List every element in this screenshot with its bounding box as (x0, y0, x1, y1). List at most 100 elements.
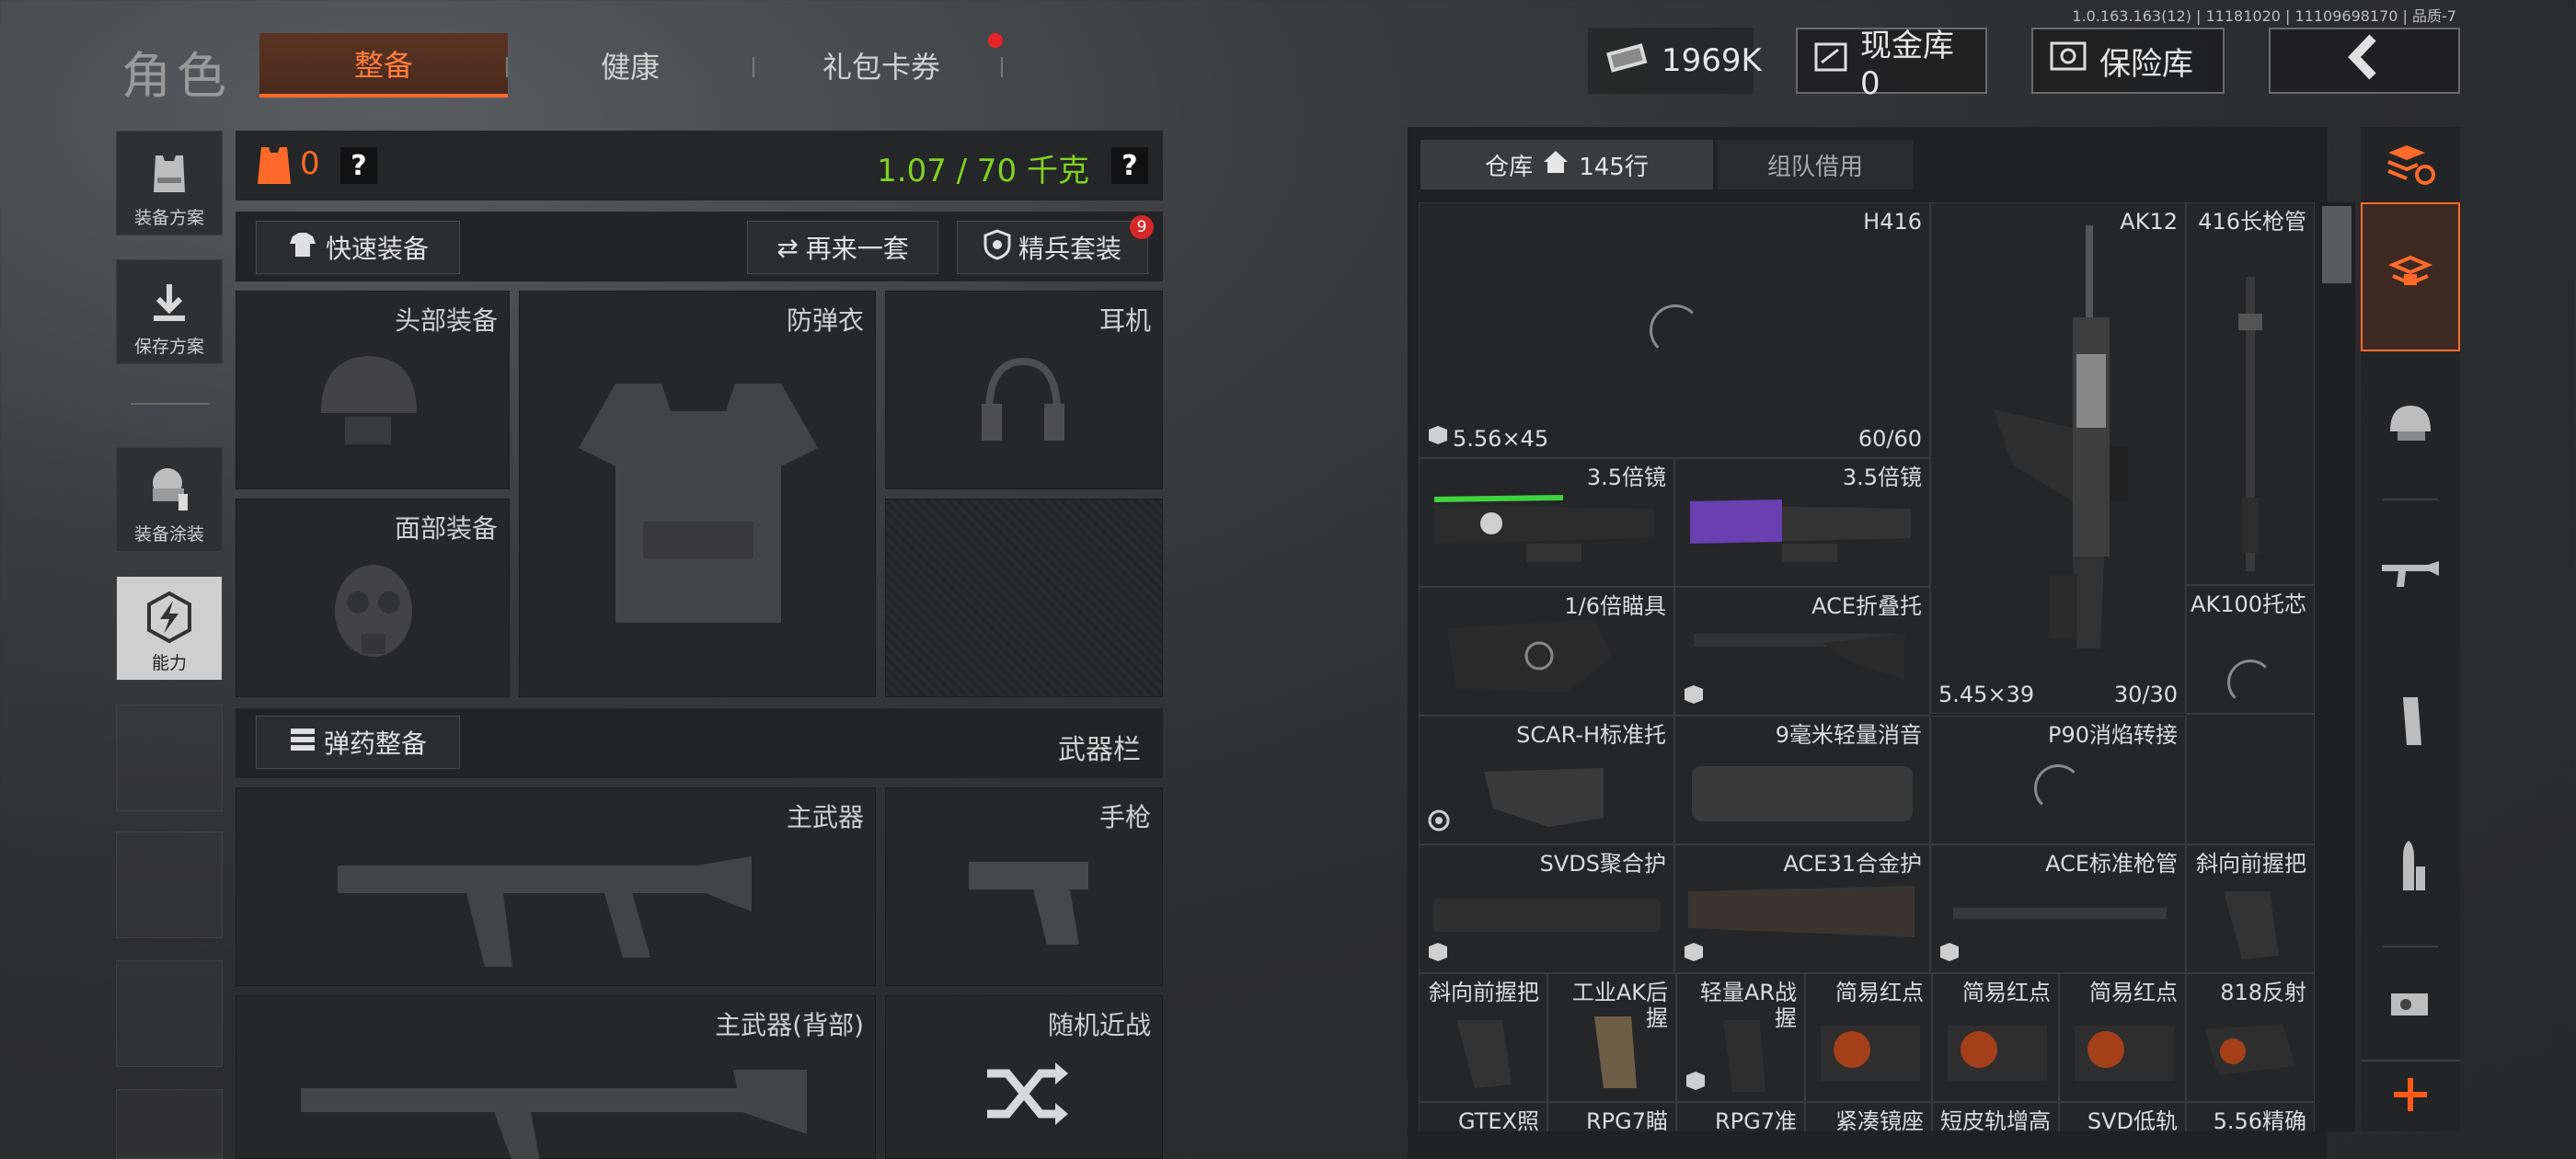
item-p90-flash-adapter[interactable]: P90消焰转接 (1930, 716, 2186, 844)
plus-icon (2392, 1076, 2429, 1117)
item-9mm-light-suppressor[interactable]: 9毫米轻量消音 (1674, 716, 1930, 844)
stock-image (1475, 753, 1613, 840)
slot-head[interactable]: 头部装备 (236, 291, 510, 489)
redo-set-button[interactable]: ⇄ 再来一套 (747, 221, 938, 274)
sort-layers-button[interactable] (2361, 127, 2460, 206)
sidebar-save-plan[interactable]: 保存方案 (116, 259, 223, 364)
safe-vault-button[interactable]: 保险库 (2031, 28, 2225, 94)
item-name: 紧凑镜座 (1835, 1108, 1924, 1131)
rifle-icon (292, 1051, 807, 1159)
red-dot-image (2069, 1007, 2179, 1094)
gear-tag-icon (1427, 809, 1451, 836)
item-name: 斜向前握把 (1429, 980, 1539, 1005)
item-scope-3-5x[interactable]: 3.5倍镜 (1674, 458, 1930, 587)
item-818-reflex[interactable]: 818反射 (2186, 973, 2315, 1102)
category-ammo-button[interactable] (2361, 797, 2460, 944)
headset-icon (972, 349, 1074, 463)
grip-image (1576, 1011, 1650, 1097)
item-scar-h-stock[interactable]: SCAR-H标准托 (1419, 716, 1674, 844)
item-industrial-ak-grip[interactable]: 工业AK后握 (1547, 973, 1676, 1102)
item-angled-foregrip[interactable]: 斜向前握把 (2186, 844, 2315, 973)
item-sight-1-6x[interactable]: 1/6倍瞄具 (1419, 587, 1674, 716)
item-ammo-count: 30/30 (2113, 682, 2178, 707)
item-simple-red-dot[interactable]: 简易红点 (1932, 973, 2059, 1102)
barrel-image (1949, 901, 2170, 932)
category-weapon-button[interactable] (2361, 502, 2460, 649)
slot-random-melee[interactable]: 随机近战 (885, 995, 1163, 1159)
tab-storage[interactable]: 仓库 145行 (1420, 140, 1713, 189)
add-button[interactable] (2361, 1060, 2460, 1131)
slot-headset[interactable]: 耳机 (885, 291, 1163, 489)
item-h416[interactable]: H416 5.56×45 60/60 (1419, 202, 1930, 458)
item-svds-polymer-handguard[interactable]: SVDS聚合护 (1419, 844, 1674, 973)
sidebar-equip-skin[interactable]: 装备涂装 (116, 447, 223, 552)
storage-grid: H416 5.56×45 60/60 AK12 5.45×39 30/30 41… (1419, 202, 2315, 1131)
safe-icon (2050, 41, 2087, 81)
item-name: GTEX照 (1457, 1108, 1539, 1131)
item-simple-red-dot[interactable]: 简易红点 (1805, 973, 1932, 1102)
ammo-equip-button[interactable]: 弹药整备 (256, 716, 460, 769)
item-ak100-stock-core[interactable]: AK100托芯 (2186, 585, 2315, 714)
category-rail (2361, 127, 2460, 1131)
armor-count: 0 (300, 145, 320, 182)
item-name: ACE标准枪管 (2045, 851, 2178, 877)
item-gtex-light[interactable]: GTEX照 (1419, 1102, 1547, 1131)
back-button[interactable] (2269, 28, 2460, 94)
weight-display: 1.07 / 70 千克 (877, 153, 1089, 189)
item-svd-low-rail[interactable]: SVD低轨 (2059, 1102, 2186, 1131)
sidebar-item-label: 能力 (151, 653, 187, 673)
tab-health[interactable]: 健康 (524, 33, 736, 98)
money-display: 1969K (1588, 28, 1762, 94)
item-light-ar-grip[interactable]: 轻量AR战握 (1676, 973, 1805, 1102)
item-ak12[interactable]: AK12 5.45×39 30/30 (1930, 202, 2186, 714)
scrollbar-thumb[interactable] (2322, 206, 2352, 283)
slot-label: 耳机 (1098, 305, 1151, 336)
slot-label: 手枪 (1098, 802, 1151, 832)
tab-team-borrow[interactable]: 组队借用 (1717, 140, 1914, 189)
help-icon[interactable]: ? (1111, 147, 1148, 184)
item-compact-mount[interactable]: 紧凑镜座 (1805, 1102, 1932, 1131)
slot-vest[interactable]: 防弹衣 (519, 291, 876, 697)
ammo-box-icon (1685, 1070, 1707, 1094)
shuffle-icon (983, 1057, 1068, 1134)
help-icon[interactable]: ? (340, 147, 377, 184)
handguard-image (1685, 873, 1920, 959)
quick-equip-button[interactable]: 快速装备 (256, 221, 460, 274)
item-angled-foregrip[interactable]: 斜向前握把 (1419, 973, 1547, 1102)
ammo-box-icon (1427, 941, 1449, 965)
ammo-equip-label: 弹药整备 (323, 729, 427, 759)
item-simple-red-dot[interactable]: 简易红点 (2059, 973, 2186, 1102)
slot-face[interactable]: 面部装备 (236, 499, 510, 697)
category-magazine-button[interactable] (2361, 649, 2460, 797)
slot-pistol[interactable]: 手枪 (885, 787, 1163, 986)
sidebar-item-label: 装备方案 (133, 208, 204, 228)
slot-primary-weapon[interactable]: 主武器 (236, 787, 876, 986)
cash-vault-button[interactable]: 现金库 0 (1796, 28, 1987, 102)
category-attachment-button[interactable] (2361, 949, 2460, 1060)
item-416-long-barrel[interactable]: 416长枪管 (2186, 202, 2315, 585)
tab-gift-coupons[interactable]: 礼包卡券 (771, 33, 992, 98)
item-ace31-alloy-handguard[interactable]: ACE31合金护 (1674, 844, 1930, 973)
item-rpg7-sight[interactable]: RPG7瞄 (1547, 1102, 1676, 1131)
slot-primary-weapon-back[interactable]: 主武器(背部) (236, 995, 876, 1159)
item-scope-3-5x[interactable]: 3.5倍镜 (1419, 458, 1674, 587)
category-helmet-button[interactable] (2361, 351, 2460, 499)
item-ace-folding-stock[interactable]: ACE折叠托 (1674, 587, 1930, 716)
cash-stack-icon (1604, 39, 1649, 84)
sidebar-equip-plan[interactable]: 装备方案 (116, 131, 223, 235)
item-name: SVDS聚合护 (1539, 851, 1666, 877)
item-ace-standard-barrel[interactable]: ACE标准枪管 (1930, 844, 2186, 973)
sidebar-ability[interactable]: 能力 (116, 576, 223, 681)
item-rpg7-aim[interactable]: RPG7准 (1676, 1102, 1805, 1131)
refresh-icon: ⇄ (776, 232, 799, 263)
category-all-button[interactable] (2361, 202, 2460, 351)
handguard-image (1429, 889, 1664, 948)
pistol-icon (960, 853, 1098, 958)
item-5-56-precision[interactable]: 5.56精确 (2186, 1102, 2315, 1131)
tab-equip[interactable]: 整备 (259, 33, 508, 98)
scrollbar-track[interactable] (2318, 202, 2355, 1131)
quick-equip-label: 快速装备 (325, 234, 429, 264)
item-short-rail-riser[interactable]: 短皮轨增高 (1932, 1102, 2059, 1131)
elite-set-button[interactable]: 精兵套装 (957, 221, 1148, 274)
magazine-icon (2392, 694, 2429, 752)
